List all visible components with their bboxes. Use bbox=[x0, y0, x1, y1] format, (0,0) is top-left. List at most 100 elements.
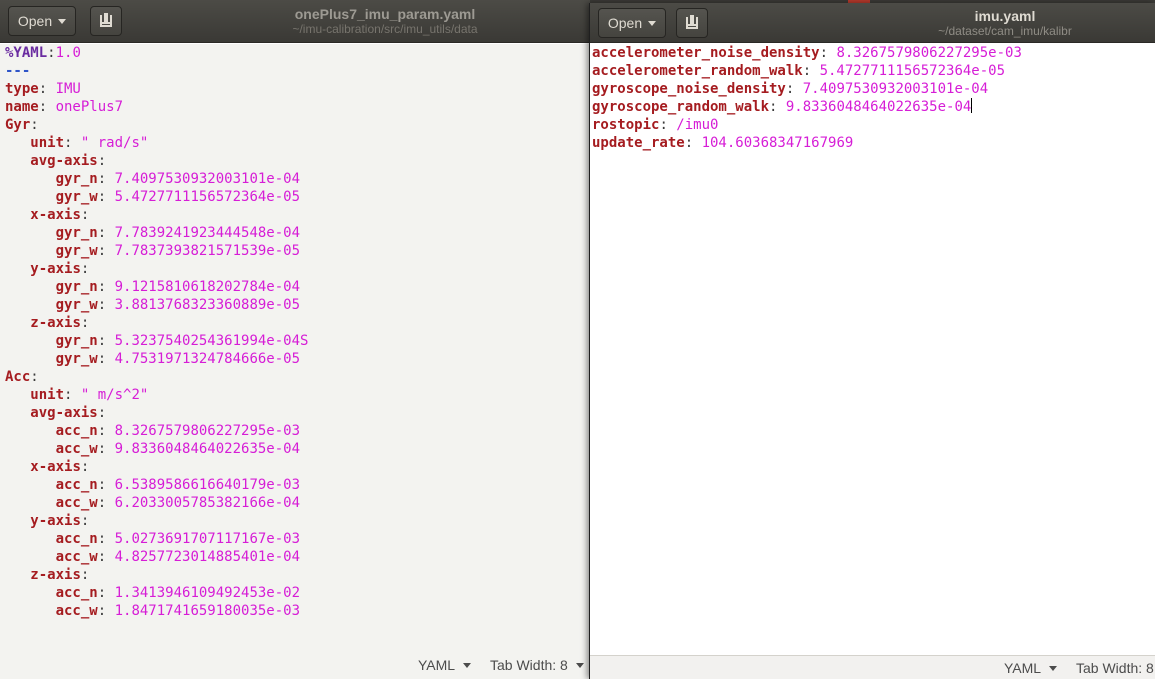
yaml-key: gyr_w bbox=[55, 297, 98, 313]
yaml-separator: : bbox=[97, 477, 115, 493]
yaml-key: type bbox=[5, 81, 39, 97]
code-line: name: onePlus7 bbox=[0, 98, 590, 116]
editor-window-right: Open imu.yaml ~/dataset/cam_imu/kalibr a… bbox=[589, 3, 1155, 679]
yaml-key: gyr_n bbox=[55, 225, 98, 241]
yaml-key: avg-axis bbox=[30, 405, 98, 421]
yaml-value: 7.4097530932003101e-04 bbox=[114, 171, 301, 187]
text-editor-area[interactable]: %YAML:1.0 --- type: IMU name: onePlus7 Gyr: … bbox=[0, 44, 590, 679]
code-line: type: IMU bbox=[0, 80, 590, 98]
code-line: acc_w: 6.2033005785382166e-04 bbox=[0, 494, 590, 512]
yaml-separator: : bbox=[684, 135, 702, 151]
yaml-separator: : bbox=[97, 297, 115, 313]
yaml-key: acc_n bbox=[55, 531, 98, 547]
yaml-value: 4.8257723014885401e-04 bbox=[114, 549, 301, 565]
statusbar: YAML Tab Width: 8 bbox=[0, 653, 590, 677]
yaml-key: gyr_n bbox=[55, 171, 98, 187]
tab-width-selector[interactable]: Tab Width: 8 bbox=[1076, 660, 1154, 676]
code-line: acc_w: 9.8336048464022635e-04 bbox=[0, 440, 590, 458]
language-selector[interactable]: YAML bbox=[1004, 660, 1058, 676]
yaml-separator: : bbox=[97, 531, 115, 547]
yaml-separator: : bbox=[97, 441, 115, 457]
code-line: gyr_n: 5.3237540254361994e-04S bbox=[0, 332, 590, 350]
open-button[interactable]: Open bbox=[598, 8, 666, 38]
new-document-button[interactable] bbox=[90, 6, 122, 36]
code-line: y-axis: bbox=[0, 512, 590, 530]
yaml-value: 6.5389586616640179e-03 bbox=[114, 477, 301, 493]
yaml-key: name bbox=[5, 99, 39, 115]
yaml-value: 9.8336048464022635e-04 bbox=[114, 441, 301, 457]
code-line: acc_n: 5.0273691707117167e-03 bbox=[0, 530, 590, 548]
yaml-separator: : bbox=[47, 45, 56, 61]
code-line: gyr_w: 3.8813768323360889e-05 bbox=[0, 296, 590, 314]
language-selector[interactable]: YAML bbox=[418, 657, 472, 673]
yaml-key: --- bbox=[5, 63, 31, 79]
yaml-key: gyr_w bbox=[55, 351, 98, 367]
yaml-separator: : bbox=[785, 81, 803, 97]
yaml-separator: : bbox=[819, 45, 837, 61]
yaml-key: gyroscope_random_walk bbox=[592, 99, 770, 115]
yaml-key: unit bbox=[30, 135, 65, 151]
text-editor-area[interactable]: accelerometer_noise_density: 8.326757980… bbox=[590, 44, 1155, 657]
document-new-icon bbox=[98, 13, 114, 29]
title-block: onePlus7_imu_param.yaml ~/imu-calibratio… bbox=[270, 6, 500, 36]
yaml-separator: : bbox=[80, 261, 90, 277]
yaml-separator: : bbox=[769, 99, 786, 115]
headerbar: Open imu.yaml ~/dataset/cam_imu/kalibr bbox=[590, 3, 1155, 43]
yaml-key: x-axis bbox=[30, 207, 81, 223]
yaml-value: 6.2033005785382166e-04 bbox=[114, 495, 301, 511]
document-new-icon bbox=[684, 15, 700, 31]
yaml-key: Acc bbox=[5, 369, 31, 385]
statusbar: YAML Tab Width: 8 bbox=[590, 655, 1155, 679]
new-document-button[interactable] bbox=[676, 8, 708, 38]
code-line: unit: " rad/s" bbox=[0, 134, 590, 152]
yaml-value: 5.3237540254361994e-04S bbox=[114, 333, 309, 349]
yaml-key: z-axis bbox=[30, 315, 81, 331]
yaml-separator: : bbox=[64, 135, 81, 151]
text-cursor bbox=[971, 98, 973, 113]
yaml-key: x-axis bbox=[30, 459, 81, 475]
tab-width-selector[interactable]: Tab Width: 8 bbox=[490, 657, 584, 673]
yaml-value: 8.3267579806227295e-03 bbox=[836, 45, 1022, 61]
yaml-separator: : bbox=[97, 153, 107, 169]
yaml-separator: : bbox=[97, 279, 115, 295]
code-line: z-axis: bbox=[0, 314, 590, 332]
yaml-value: 5.4727711156572364e-05 bbox=[114, 189, 301, 205]
yaml-value: 7.7839241923444548e-04 bbox=[114, 225, 301, 241]
yaml-value: onePlus7 bbox=[55, 99, 124, 115]
chevron-down-icon bbox=[463, 662, 472, 668]
yaml-separator: : bbox=[38, 99, 56, 115]
yaml-separator: : bbox=[80, 513, 90, 529]
code-line: acc_w: 4.8257723014885401e-04 bbox=[0, 548, 590, 566]
code-line: rostopic: /imu0 bbox=[590, 116, 1155, 134]
yaml-key: acc_n bbox=[55, 585, 98, 601]
yaml-key: %YAML bbox=[5, 45, 48, 61]
chevron-down-icon bbox=[1049, 665, 1058, 671]
yaml-separator: : bbox=[97, 495, 115, 511]
yaml-key: gyr_n bbox=[55, 333, 98, 349]
language-label: YAML bbox=[1004, 660, 1042, 676]
yaml-separator: : bbox=[80, 207, 90, 223]
code-line: update_rate: 104.60368347167969 bbox=[590, 134, 1155, 152]
yaml-key: update_rate bbox=[592, 135, 685, 151]
yaml-value: 9.8336048464022635e-04 bbox=[785, 99, 972, 115]
yaml-value: 3.8813768323360889e-05 bbox=[114, 297, 301, 313]
yaml-value: 4.7531971324784666e-05 bbox=[114, 351, 301, 367]
yaml-key: rostopic bbox=[592, 117, 660, 133]
open-button[interactable]: Open bbox=[8, 6, 76, 36]
headerbar: Open onePlus7_imu_param.yaml ~/imu-calib… bbox=[0, 0, 590, 43]
yaml-key: gyr_w bbox=[55, 243, 98, 259]
